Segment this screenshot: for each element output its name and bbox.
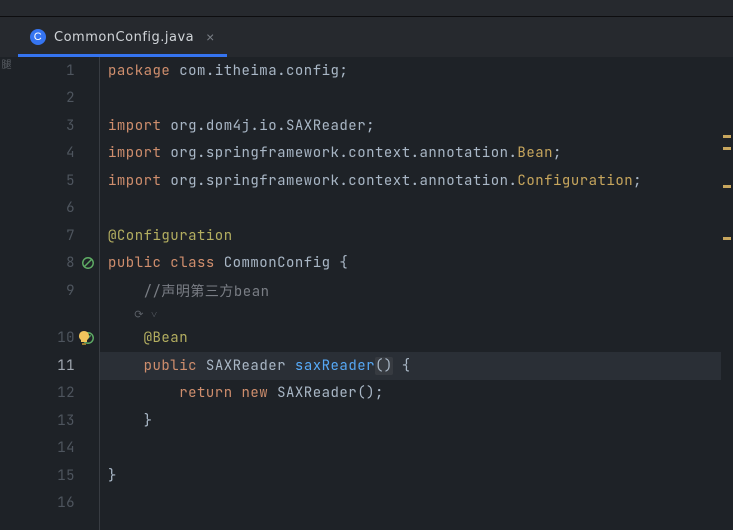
line-number: 9 bbox=[66, 282, 75, 300]
code-token bbox=[108, 357, 144, 375]
line-number: 10 bbox=[57, 329, 75, 347]
code-token: CommonConfig bbox=[224, 254, 340, 272]
gutter-row: 9 bbox=[0, 277, 99, 305]
code-token: public bbox=[144, 357, 206, 375]
code-token: } bbox=[108, 467, 117, 485]
code-token: () bbox=[375, 357, 393, 375]
code-line[interactable] bbox=[100, 85, 721, 113]
code-line[interactable]: package com.itheima.config; bbox=[100, 57, 721, 85]
gutter-row: 1 bbox=[0, 57, 99, 85]
scroll-marker-rail bbox=[721, 57, 733, 530]
code-line[interactable]: import org.springframework.context.annot… bbox=[100, 167, 721, 195]
gutter-row: 11 bbox=[0, 352, 99, 380]
line-number: 8 bbox=[66, 254, 75, 272]
code-line[interactable]: return new SAXReader(); bbox=[100, 380, 721, 408]
code-line[interactable]: public class CommonConfig { bbox=[100, 250, 721, 278]
code-token: import bbox=[108, 172, 170, 190]
window-titlebar bbox=[0, 0, 733, 17]
code-line[interactable] bbox=[100, 195, 721, 223]
java-class-file-icon: C bbox=[30, 29, 46, 45]
code-line[interactable]: } bbox=[100, 462, 721, 490]
code-token: package bbox=[108, 62, 179, 80]
tab-filename: CommonConfig.java bbox=[54, 30, 194, 45]
code-token: return new bbox=[179, 384, 277, 402]
code-line[interactable]: @Bean bbox=[100, 325, 721, 353]
line-number: 2 bbox=[66, 89, 75, 107]
code-token: @Configuration bbox=[108, 227, 233, 245]
close-tab-icon[interactable]: × bbox=[206, 29, 215, 45]
code-area[interactable]: package com.itheima.config; import org.do… bbox=[100, 57, 721, 530]
code-token bbox=[108, 329, 144, 347]
refresh-icon[interactable]: ⟳ ˅ bbox=[137, 308, 155, 322]
gutter-row: 7 bbox=[0, 222, 99, 250]
code-token: com.itheima.config; bbox=[179, 62, 348, 80]
code-editor[interactable]: 腿 12345678910111213141516 package com.it… bbox=[0, 57, 733, 530]
code-token: public class bbox=[108, 254, 224, 272]
gutter-row: 2 bbox=[0, 85, 99, 113]
line-number: 13 bbox=[57, 412, 75, 430]
code-token: ; bbox=[633, 172, 642, 190]
line-number: 12 bbox=[57, 384, 75, 402]
line-number: 16 bbox=[57, 494, 75, 512]
code-token: ; bbox=[553, 144, 562, 162]
gutter-row: 4 bbox=[0, 140, 99, 168]
gutter-row: 6 bbox=[0, 195, 99, 223]
code-line[interactable]: @Configuration bbox=[100, 222, 721, 250]
gutter-row bbox=[0, 305, 99, 325]
code-line[interactable]: public SAXReader saxReader() { bbox=[100, 352, 721, 380]
gutter-row: 12 bbox=[0, 380, 99, 408]
gutter-row: 16 bbox=[0, 490, 99, 518]
line-number: 7 bbox=[66, 227, 75, 245]
gutter-row: 15 bbox=[0, 462, 99, 490]
code-token: } bbox=[108, 412, 153, 430]
line-number: 5 bbox=[66, 172, 75, 190]
code-token: import bbox=[108, 117, 170, 135]
code-line[interactable] bbox=[100, 435, 721, 463]
code-token bbox=[108, 384, 179, 402]
line-number: 14 bbox=[57, 439, 75, 457]
line-number: 15 bbox=[57, 467, 75, 485]
editor-tabbar: C CommonConfig.java × bbox=[0, 17, 733, 57]
code-token: @Bean bbox=[144, 329, 189, 347]
code-token: org.springframework.context.annotation. bbox=[170, 144, 517, 162]
intention-bulb-icon[interactable] bbox=[76, 330, 92, 346]
code-token: { bbox=[339, 254, 348, 272]
code-token: org.dom4j.io.SAXReader; bbox=[170, 117, 375, 135]
code-token: import bbox=[108, 144, 170, 162]
code-line[interactable]: import org.springframework.context.annot… bbox=[100, 140, 721, 168]
gutter: 12345678910111213141516 bbox=[0, 57, 100, 530]
gutter-row: 5 bbox=[0, 167, 99, 195]
noentry-icon[interactable] bbox=[81, 256, 95, 270]
code-line[interactable] bbox=[100, 490, 721, 518]
code-token: Configuration bbox=[517, 172, 633, 190]
line-number: 6 bbox=[66, 199, 75, 217]
warning-marker[interactable] bbox=[723, 185, 731, 188]
gutter-row: 14 bbox=[0, 435, 99, 463]
code-line[interactable]: ⟳ ˅ bbox=[100, 305, 721, 325]
editor-tab[interactable]: C CommonConfig.java × bbox=[18, 17, 227, 57]
code-token: org.springframework.context.annotation. bbox=[170, 172, 517, 190]
code-token: { bbox=[393, 357, 411, 375]
code-token: saxReader bbox=[295, 357, 375, 375]
line-number: 11 bbox=[57, 357, 75, 375]
code-token: Bean bbox=[517, 144, 553, 162]
line-number: 4 bbox=[66, 144, 75, 162]
line-number: 1 bbox=[66, 62, 75, 80]
code-line[interactable]: import org.dom4j.io.SAXReader; bbox=[100, 112, 721, 140]
code-token: SAXReader bbox=[206, 357, 295, 375]
warning-marker[interactable] bbox=[723, 147, 731, 150]
gutter-row: 8 bbox=[0, 250, 99, 278]
warning-marker[interactable] bbox=[723, 237, 731, 240]
line-number: 3 bbox=[66, 117, 75, 135]
code-token: //声明第三方bean bbox=[108, 281, 270, 301]
code-line[interactable]: //声明第三方bean bbox=[100, 277, 721, 305]
gutter-row: 3 bbox=[0, 112, 99, 140]
code-token: SAXReader(); bbox=[277, 384, 384, 402]
warning-marker[interactable] bbox=[723, 135, 731, 138]
gutter-row: 13 bbox=[0, 407, 99, 435]
code-line[interactable]: } bbox=[100, 407, 721, 435]
